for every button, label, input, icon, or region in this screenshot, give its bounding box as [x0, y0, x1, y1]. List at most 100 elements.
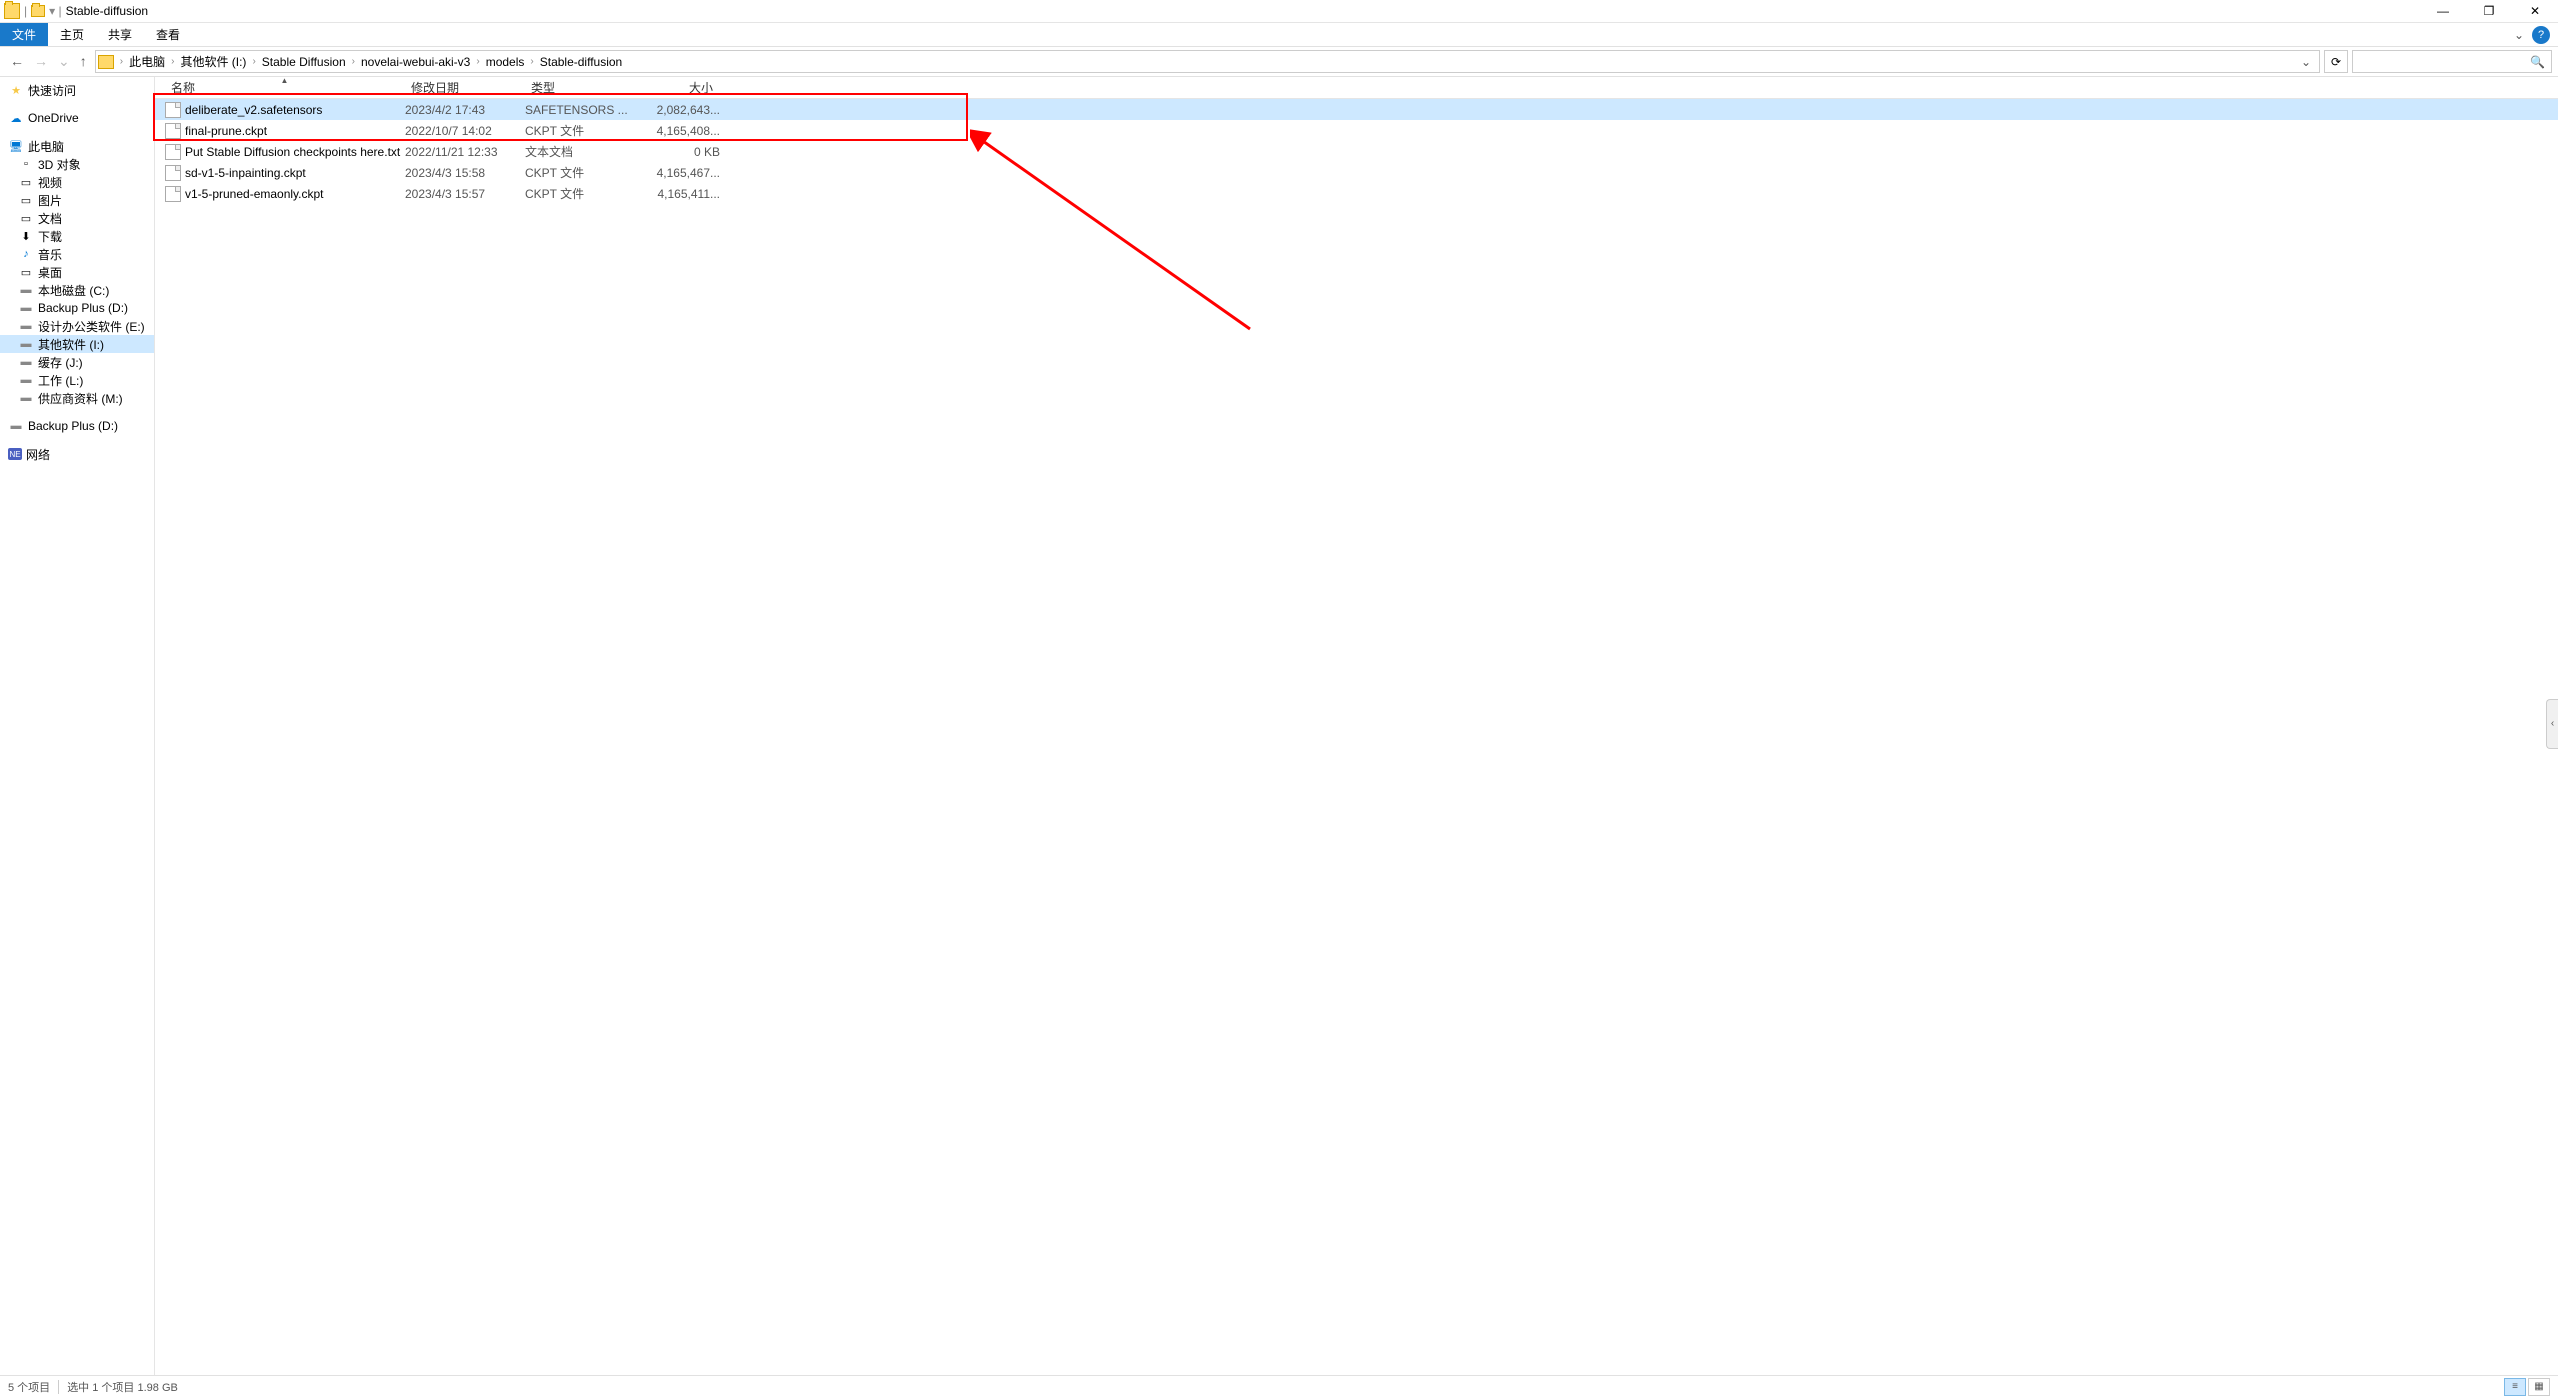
search-icon: 🔍	[2530, 55, 2545, 69]
chevron-right-icon[interactable]: ›	[352, 56, 355, 67]
file-date: 2023/4/3 15:58	[405, 166, 525, 180]
sidebar-drive[interactable]: ▬其他软件 (I:)	[0, 335, 154, 353]
sidebar-label: 快速访问	[28, 82, 76, 99]
file-row[interactable]: Put Stable Diffusion checkpoints here.tx…	[155, 141, 2558, 162]
crumb[interactable]: 其他软件 (I:)	[176, 53, 250, 70]
chevron-right-icon[interactable]: ›	[120, 56, 123, 67]
column-size[interactable]: 大小	[635, 79, 720, 96]
sidebar-label: 图片	[38, 192, 62, 209]
tab-home[interactable]: 主页	[48, 23, 96, 46]
view-details-button[interactable]: ≡	[2504, 1378, 2526, 1396]
minimize-button[interactable]: —	[2420, 0, 2466, 23]
maximize-button[interactable]: ❐	[2466, 0, 2512, 23]
crumb[interactable]: 此电脑	[125, 53, 169, 70]
column-type[interactable]: 类型	[525, 79, 635, 96]
file-type: CKPT 文件	[525, 185, 635, 202]
sidebar-item[interactable]: ▭ 图片	[0, 191, 154, 209]
drive-icon: ▬	[18, 355, 34, 369]
sidebar-item[interactable]: ▭视频	[0, 173, 154, 191]
drive-icon: ▬	[18, 319, 34, 333]
file-date: 2022/10/7 14:02	[405, 124, 525, 138]
breadcrumb[interactable]: › 此电脑 › 其他软件 (I:) › Stable Diffusion › n…	[95, 50, 2320, 73]
image-icon: ▭	[18, 193, 34, 207]
sidebar-item[interactable]: ▭桌面	[0, 263, 154, 281]
file-size: 4,165,408...	[635, 124, 720, 138]
file-icon	[165, 144, 181, 160]
chevron-right-icon[interactable]: ›	[171, 56, 174, 67]
sidebar-this-pc[interactable]: 🖥此电脑	[0, 137, 154, 155]
window-title: Stable-diffusion	[66, 4, 149, 18]
sidebar-onedrive[interactable]: ☁OneDrive	[0, 109, 154, 127]
sidebar-item[interactable]: ▭文档	[0, 209, 154, 227]
crumb[interactable]: Stable-diffusion	[536, 55, 627, 69]
sidebar-drive[interactable]: ▬供应商资料 (M:)	[0, 389, 154, 407]
column-date[interactable]: 修改日期	[405, 79, 525, 96]
sidebar-label: 工作 (L:)	[38, 372, 83, 389]
crumb[interactable]: models	[482, 55, 529, 69]
file-rows: deliberate_v2.safetensors 2023/4/2 17:43…	[155, 99, 2558, 204]
cube-icon: ▫	[18, 157, 34, 171]
sidebar-drive[interactable]: ▬设计办公类软件 (E:)	[0, 317, 154, 335]
breadcrumb-dropdown-icon[interactable]: ⌄	[2295, 55, 2317, 69]
desktop-icon: ▭	[18, 265, 34, 279]
drive-icon: ▬	[8, 419, 24, 433]
status-count: 5 个项目	[8, 1379, 50, 1395]
sidebar-network[interactable]: NE网络	[0, 445, 154, 463]
refresh-button[interactable]: ⟳	[2324, 50, 2348, 73]
video-icon: ▭	[18, 175, 34, 189]
file-row[interactable]: sd-v1-5-inpainting.ckpt 2023/4/3 15:58 C…	[155, 162, 2558, 183]
sidebar-drive[interactable]: ▬Backup Plus (D:)	[0, 417, 154, 435]
chevron-right-icon[interactable]: ›	[530, 56, 533, 67]
sidebar-drive[interactable]: ▬ 缓存 (J:)	[0, 353, 154, 371]
chevron-right-icon[interactable]: ›	[476, 56, 479, 67]
crumb[interactable]: novelai-webui-aki-v3	[357, 55, 474, 69]
search-input[interactable]: 🔍	[2352, 50, 2552, 73]
preview-collapse-handle[interactable]: ‹	[2546, 699, 2558, 749]
column-headers: ▲名称 修改日期 类型 大小	[155, 77, 2558, 99]
status-bar: 5 个项目 选中 1 个项目 1.98 GB ≡ ▦	[0, 1375, 2558, 1397]
sidebar-drive[interactable]: ▬Backup Plus (D:)	[0, 299, 154, 317]
sidebar: ★快速访问 ☁OneDrive 🖥此电脑 ▫3D 对象 ▭视频 ▭图片 ▭文档 …	[0, 77, 155, 1375]
tab-file[interactable]: 文件	[0, 23, 48, 46]
column-name[interactable]: ▲名称	[165, 79, 405, 96]
sidebar-label: 缓存 (J:)	[38, 354, 83, 371]
column-label: 类型	[531, 81, 555, 95]
sidebar-item[interactable]: ⬇下载	[0, 227, 154, 245]
file-row[interactable]: final-prune.ckpt 2022/10/7 14:02 CKPT 文件…	[155, 120, 2558, 141]
ribbon-collapse-icon[interactable]: ⌄	[2514, 28, 2524, 42]
crumb[interactable]: Stable Diffusion	[258, 55, 350, 69]
file-name: Put Stable Diffusion checkpoints here.tx…	[185, 145, 405, 159]
file-name: v1-5-pruned-emaonly.ckpt	[185, 187, 405, 201]
file-icon	[165, 102, 181, 118]
sidebar-item[interactable]: ▫ 3D 对象	[0, 155, 154, 173]
tab-share[interactable]: 共享	[96, 23, 144, 46]
file-list-area: ▲名称 修改日期 类型 大小 deliberate_v2.safetensors…	[155, 77, 2558, 1375]
nav-back-icon[interactable]: ←	[10, 53, 24, 70]
file-type: CKPT 文件	[525, 122, 635, 139]
nav-recent-icon[interactable]: ⌄	[58, 53, 70, 70]
help-icon[interactable]: ?	[2532, 26, 2550, 44]
drive-icon: ▬	[18, 337, 34, 351]
nav-forward-icon[interactable]: →	[34, 53, 48, 70]
file-type: SAFETENSORS ...	[525, 103, 635, 117]
tab-view[interactable]: 查看	[144, 23, 192, 46]
sidebar-quick-access[interactable]: ★快速访问	[0, 81, 154, 99]
sidebar-label: 本地磁盘 (C:)	[38, 282, 109, 299]
file-name: deliberate_v2.safetensors	[185, 103, 405, 117]
sidebar-drive[interactable]: ▬本地磁盘 (C:)	[0, 281, 154, 299]
file-date: 2023/4/2 17:43	[405, 103, 525, 117]
file-date: 2023/4/3 15:57	[405, 187, 525, 201]
file-row[interactable]: deliberate_v2.safetensors 2023/4/2 17:43…	[155, 99, 2558, 120]
close-button[interactable]: ✕	[2512, 0, 2558, 23]
sidebar-label: 3D 对象	[38, 156, 81, 173]
window-controls: — ❐ ✕	[2420, 0, 2558, 23]
nav-up-icon[interactable]: ↑	[80, 53, 87, 70]
file-row[interactable]: v1-5-pruned-emaonly.ckpt 2023/4/3 15:57 …	[155, 183, 2558, 204]
view-toggles: ≡ ▦	[2504, 1378, 2550, 1396]
sidebar-drive[interactable]: ▬工作 (L:)	[0, 371, 154, 389]
chevron-right-icon[interactable]: ›	[252, 56, 255, 67]
ribbon-tabs: 文件 主页 共享 查看 ⌄ ?	[0, 23, 2558, 47]
view-icons-button[interactable]: ▦	[2528, 1378, 2550, 1396]
folder-icon	[4, 3, 20, 19]
sidebar-item[interactable]: ♪音乐	[0, 245, 154, 263]
